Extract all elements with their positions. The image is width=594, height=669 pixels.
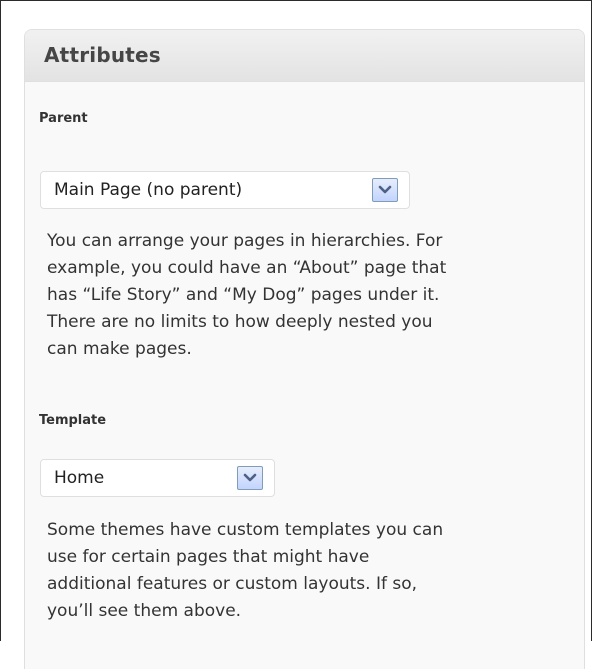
metabox-header[interactable]: Attributes [25,30,584,82]
help-line: example, you could have an “About” page … [47,258,447,278]
help-line: you’ll see them above. [47,601,242,621]
template-select[interactable]: Home [40,459,275,497]
template-label: Template [39,413,107,428]
help-line: Some themes have custom templates you ca… [47,520,444,540]
attributes-metabox: Attributes Parent Main Page (no parent) … [24,29,585,669]
template-select-value: Home [54,468,105,488]
chevron-down-icon[interactable] [372,178,398,202]
chevron-down-icon[interactable] [237,466,263,490]
help-line: use for certain pages that might have [47,547,370,567]
help-line: There are no limits to how deeply nested… [47,312,433,332]
template-help-text: Some themes have custom templates you ca… [47,517,443,625]
parent-select-value: Main Page (no parent) [54,180,243,200]
help-line: You can arrange your pages in hierarchie… [47,231,443,251]
parent-label: Parent [39,111,88,126]
help-line: has “Life Story” and “My Dog” pages unde… [47,285,440,305]
metabox-title: Attributes [44,43,161,67]
parent-select[interactable]: Main Page (no parent) [40,171,410,209]
help-line: can make pages. [47,339,192,359]
help-line: additional features or custom layouts. I… [47,574,418,594]
parent-help-text: You can arrange your pages in hierarchie… [47,228,446,363]
screenshot-frame: Attributes Parent Main Page (no parent) … [0,0,592,669]
